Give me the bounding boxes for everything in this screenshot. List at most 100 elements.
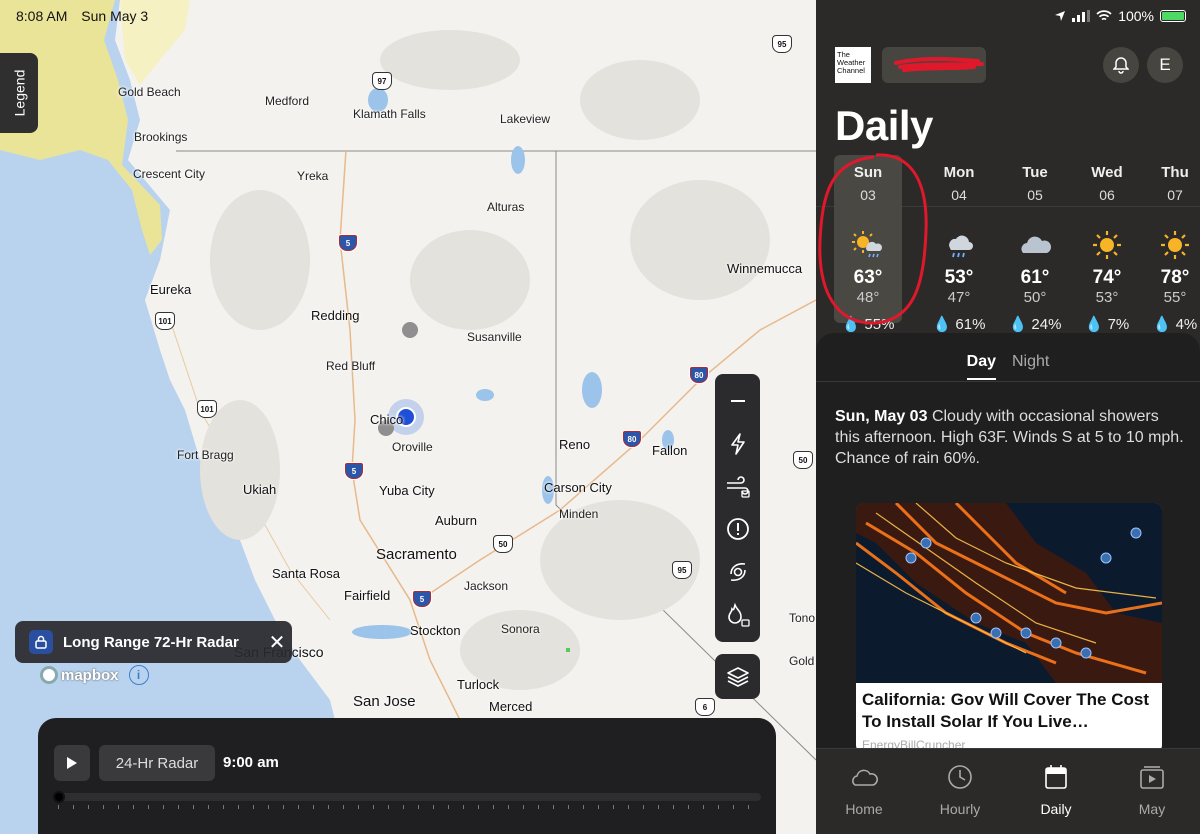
- timeline-tick: [478, 805, 479, 809]
- route-shield: 80: [622, 430, 642, 448]
- battery-icon: [1160, 10, 1186, 22]
- nav-hourly[interactable]: Hourly: [912, 749, 1008, 834]
- city-label: Yuba City: [379, 483, 435, 498]
- day-precip: 💧 24%: [1008, 316, 1062, 333]
- map-attribution: mapbox i: [40, 665, 149, 685]
- timeline-tick: [703, 805, 704, 809]
- city-label: Merced: [489, 699, 533, 714]
- clock-icon: [912, 763, 1008, 791]
- city-label: Gold: [789, 654, 815, 668]
- city-label: Fairfield: [344, 588, 391, 603]
- timeline-tick: [583, 805, 584, 809]
- annotation-circle: [818, 153, 928, 325]
- narrative-date: Sun, May 03: [835, 408, 928, 425]
- day-column-wed[interactable]: Wed 06 74° 53° 💧 7%: [1073, 155, 1141, 333]
- map-tool-strip: [715, 374, 760, 642]
- status-bar-right: 100%: [1054, 8, 1186, 24]
- city-label: Red Bluff: [326, 359, 376, 373]
- forecast-panel: 100% The Weather Channel E Daily Sun 03 …: [816, 0, 1200, 834]
- route-shield: 95: [772, 35, 792, 53]
- fire-locked-icon[interactable]: [720, 597, 756, 633]
- day-name: Thu: [1161, 164, 1189, 181]
- timeline-tick: [283, 805, 284, 809]
- day-low: 55°: [1163, 289, 1187, 306]
- timeline-tick: [613, 805, 614, 809]
- mapbox-logo: mapbox: [40, 666, 119, 684]
- city-label: San Jose: [353, 693, 416, 710]
- city-label: Lakeview: [500, 112, 551, 126]
- timeline-tick: [688, 805, 689, 809]
- radar-map[interactable]: Gold Beach Medford Klamath Falls Lakevie…: [0, 0, 816, 834]
- timeline-tick: [148, 805, 149, 809]
- city-label: Alturas: [487, 200, 525, 214]
- timeline-tick: [253, 805, 254, 809]
- lightning-icon[interactable]: [720, 426, 756, 462]
- timeline-ticks: [58, 805, 749, 809]
- calendar-icon: [1008, 763, 1104, 791]
- alert-icon[interactable]: [720, 511, 756, 547]
- timeline-tick: [553, 805, 554, 809]
- city-label: Reno: [559, 437, 591, 452]
- timeline-tick: [448, 805, 449, 809]
- notifications-button[interactable]: [1103, 47, 1139, 83]
- timeline-tick: [208, 805, 209, 809]
- nav-video[interactable]: May: [1104, 749, 1200, 834]
- timeline-tick: [748, 805, 749, 809]
- city-label: Carson City: [544, 480, 612, 495]
- ad-card[interactable]: California: Gov Will Cover The Cost To I…: [856, 503, 1162, 753]
- timeline-tick: [343, 805, 344, 809]
- timeline-track[interactable]: [56, 793, 761, 801]
- status-date: Sun May 3: [81, 8, 149, 24]
- layers-button[interactable]: [715, 654, 760, 699]
- profile-avatar[interactable]: E: [1147, 47, 1183, 83]
- timeline-tick: [298, 805, 299, 809]
- cloud-icon: [816, 763, 912, 791]
- hurricane-icon[interactable]: [720, 554, 756, 590]
- timeline-tick: [598, 805, 599, 809]
- city-label: Fort Bragg: [177, 448, 234, 462]
- day-low: 50°: [1023, 289, 1047, 306]
- timeline-tick: [493, 805, 494, 809]
- timeline-tick: [133, 805, 134, 809]
- play-icon: [67, 757, 77, 769]
- day-column-tue[interactable]: Tue 05 61° 50° 💧 24%: [1001, 155, 1069, 333]
- city-label: Sonora: [501, 622, 540, 636]
- nav-home[interactable]: Home: [816, 749, 912, 834]
- radar-range-button[interactable]: 24-Hr Radar: [99, 745, 215, 781]
- route-shield: 5: [338, 234, 358, 252]
- route-shield: 97: [372, 72, 392, 90]
- timeline-tick: [163, 805, 164, 809]
- layers-icon: [726, 666, 749, 687]
- info-icon[interactable]: i: [128, 665, 149, 685]
- nav-daily[interactable]: Daily: [1008, 749, 1104, 834]
- battery-percent: 100%: [1118, 8, 1154, 24]
- location-selector[interactable]: [882, 47, 986, 83]
- minus-icon[interactable]: [720, 383, 756, 419]
- city-label: Santa Rosa: [272, 566, 340, 581]
- play-button[interactable]: [54, 745, 90, 781]
- city-label: Klamath Falls: [353, 107, 426, 121]
- timeline-tick: [463, 805, 464, 809]
- tab-day[interactable]: Day: [966, 353, 996, 380]
- redaction-scribble: [894, 57, 984, 72]
- city-label: Crescent City: [133, 167, 206, 181]
- city-label: Turlock: [457, 677, 500, 692]
- page-title: Daily: [835, 102, 933, 149]
- legend-tab[interactable]: Legend: [0, 53, 38, 133]
- timeline-tick: [88, 805, 89, 809]
- radar-layer-pill[interactable]: Long Range 72-Hr Radar ✕: [15, 621, 292, 663]
- weather-channel-logo: The Weather Channel: [835, 47, 871, 83]
- day-column-thu[interactable]: Thu 07 78° 55° 💧 4%: [1141, 155, 1200, 333]
- wind-locked-icon[interactable]: [720, 469, 756, 505]
- timeline-tick: [718, 805, 719, 809]
- tab-night[interactable]: Night: [1012, 353, 1049, 380]
- route-shield: 50: [793, 451, 813, 469]
- city-label: Eureka: [150, 282, 192, 297]
- day-precip: 💧 4%: [1152, 316, 1198, 333]
- close-icon[interactable]: ✕: [262, 630, 292, 655]
- timeline-scrubber[interactable]: [53, 791, 65, 803]
- city-label: Winnemucca: [727, 261, 803, 276]
- city-label: Redding: [311, 308, 360, 323]
- route-shield: 101: [155, 312, 175, 330]
- timeline-tick: [418, 805, 419, 809]
